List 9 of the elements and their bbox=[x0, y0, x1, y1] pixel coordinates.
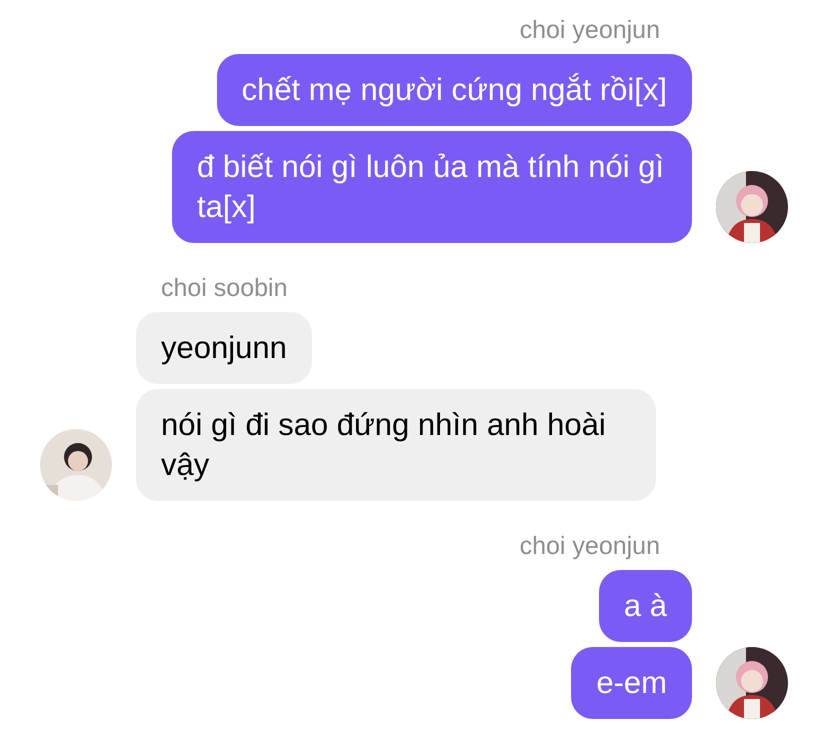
sender-name: choi yeonjun bbox=[520, 531, 661, 561]
message-bubble: đ biết nói gì luôn ủa mà tính nói gì ta[x] bbox=[172, 131, 692, 243]
sender-name: choi soobin bbox=[160, 273, 288, 303]
message-bubble: yeonjunn bbox=[136, 312, 312, 384]
sender-name: choi yeonjun bbox=[518, 15, 661, 45]
message-bubble: a à bbox=[598, 570, 692, 642]
message-bubble: e-em bbox=[571, 647, 692, 719]
message-bubble: nói gì đi sao đứng nhìn anh hoài vậy bbox=[136, 389, 656, 501]
message-bubble: chết mẹ người cứng ngắt rồi[x] bbox=[216, 54, 692, 126]
